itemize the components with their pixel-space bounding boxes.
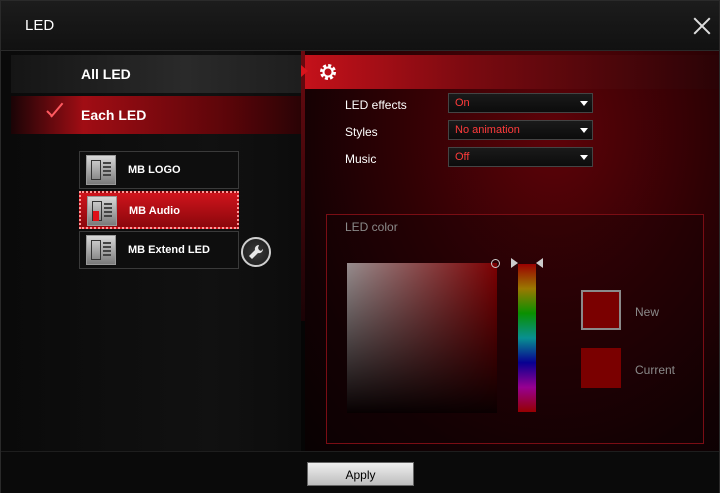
window-title: LED — [25, 17, 55, 34]
new-color-label: New — [635, 305, 660, 319]
styles-select[interactable]: No animation — [448, 120, 593, 140]
device-label: MB LOGO — [128, 164, 181, 176]
dropdown-caret-icon — [580, 155, 588, 160]
saturation-value-picker[interactable] — [347, 263, 497, 413]
wrench-icon[interactable] — [241, 237, 271, 267]
device-label: MB Extend LED — [128, 244, 210, 256]
led-effects-value: On — [455, 97, 470, 109]
music-select[interactable]: Off — [448, 147, 593, 167]
gear-icon — [317, 61, 339, 83]
motherboard-icon — [86, 235, 116, 265]
music-value: Off — [455, 151, 470, 163]
led-effects-select[interactable]: On — [448, 93, 593, 113]
selection-arrow — [301, 65, 308, 77]
tab-each-led-label: Each LED — [81, 107, 147, 123]
styles-value: No animation — [455, 124, 520, 136]
color-picker-handle[interactable] — [491, 259, 500, 268]
device-label: MB Audio — [129, 205, 180, 217]
hue-handle-right[interactable] — [536, 258, 543, 268]
current-color-label: Current — [635, 363, 676, 377]
apply-button[interactable]: Apply — [307, 462, 414, 486]
new-color-swatch — [581, 290, 621, 330]
motherboard-icon — [87, 196, 117, 226]
settings-header — [305, 55, 719, 89]
tab-all-led[interactable]: All LED — [11, 55, 301, 93]
title-bar: LED — [1, 1, 719, 51]
close-icon[interactable] — [691, 15, 713, 37]
motherboard-icon — [86, 155, 116, 185]
apply-button-label: Apply — [345, 468, 376, 482]
tab-each-led[interactable]: Each LED — [11, 96, 301, 134]
current-color-swatch — [581, 348, 621, 388]
checkmark-icon — [47, 106, 67, 118]
led-window: LED All LED Each LED MB LOGO MB Audio MB… — [0, 0, 720, 493]
led-color-title: LED color — [345, 220, 398, 234]
styles-label: Styles — [345, 125, 378, 139]
dropdown-caret-icon — [580, 128, 588, 133]
led-effects-label: LED effects — [345, 98, 407, 112]
tab-all-led-label: All LED — [81, 66, 131, 82]
device-mb-logo[interactable]: MB LOGO — [79, 151, 239, 189]
dropdown-caret-icon — [580, 101, 588, 106]
device-mb-audio[interactable]: MB Audio — [79, 191, 239, 229]
music-label: Music — [345, 152, 377, 166]
device-mb-extend-led[interactable]: MB Extend LED — [79, 231, 239, 269]
hue-handle-left[interactable] — [511, 258, 518, 268]
hue-slider[interactable] — [518, 264, 536, 412]
